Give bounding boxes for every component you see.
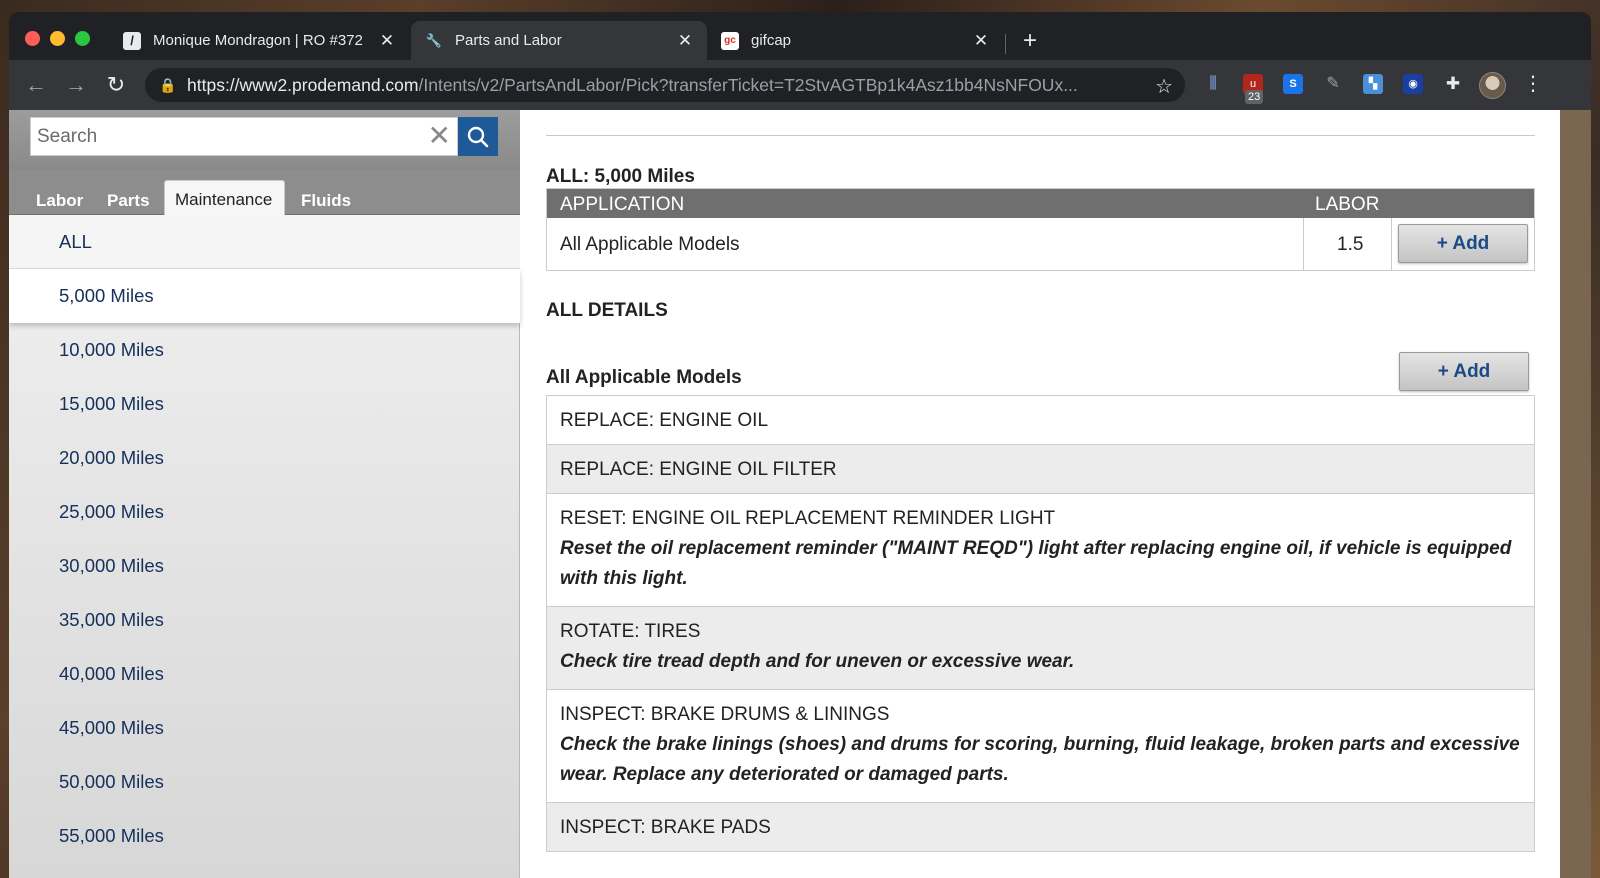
interval-item-15000[interactable]: 15,000 Miles [9,377,520,431]
bars-extension-icon[interactable]: ⫼ [1203,74,1223,94]
detail-item: REPLACE: ENGINE OIL [547,396,1534,445]
reload-button[interactable]: ↻ [103,72,129,98]
profile-avatar[interactable] [1479,72,1506,99]
maximize-window-button[interactable] [75,31,90,46]
address-bar[interactable]: 🔒 https://www2.prodemand.com /Intents/v2… [145,68,1185,102]
interval-item-20000[interactable]: 20,000 Miles [9,431,520,485]
wrench-icon: 🔧 [425,32,443,48]
feather-extension-icon[interactable]: ✎ [1323,74,1343,94]
bookmark-star-icon[interactable]: ☆ [1155,74,1173,99]
detail-operation: REPLACE: ENGINE OIL [560,410,769,431]
tab-maintenance[interactable]: Maintenance [164,180,285,215]
sidebar: ✕ Labor Parts Maintenance Fluids ALL 5,0… [9,110,520,878]
interval-item-25000[interactable]: 25,000 Miles [9,485,520,539]
close-window-button[interactable] [25,31,40,46]
url-path: /Intents/v2/PartsAndLabor/Pick?transferT… [418,74,1078,95]
tab-title: Parts and Labor [455,32,562,49]
lock-icon: 🔒 [159,76,177,93]
details-list: REPLACE: ENGINE OIL REPLACE: ENGINE OIL … [546,395,1535,852]
window-extension-icon[interactable]: ▚ [1363,74,1383,94]
tab-parts-and-labor[interactable]: 🔧 Parts and Labor ✕ [411,21,707,60]
tab-gifcap[interactable]: gc gifcap ✕ [707,21,1003,60]
web-page: ✕ Labor Parts Maintenance Fluids ALL 5,0… [9,110,1560,878]
interval-item-50000[interactable]: 50,000 Miles [9,755,520,809]
search-area: ✕ [9,110,520,170]
labor-table: APPLICATION LABOR All Applicable Models … [546,188,1535,271]
add-labor-button[interactable]: + Add [1398,224,1528,263]
extension-badge: 23 [1245,90,1264,104]
detail-operation: INSPECT: BRAKE DRUMS & LININGS [560,704,890,725]
interval-list: ALL 5,000 Miles 10,000 Miles 15,000 Mile… [9,215,520,863]
models-title: All Applicable Models [546,367,742,388]
detail-item: ROTATE: TIRES Check tire tread depth and… [547,607,1534,690]
application-cell: All Applicable Models [560,234,740,255]
tab-fluids[interactable]: Fluids [291,180,361,215]
add-models-button[interactable]: + Add [1399,352,1529,391]
new-tab-button[interactable]: + [1023,29,1037,53]
close-tab-icon[interactable]: ✕ [677,31,693,51]
tab-title: gifcap [751,32,792,49]
detail-item: RESET: ENGINE OIL REPLACEMENT REMINDER L… [547,494,1534,607]
menu-kebab-icon[interactable]: ⋮ [1523,72,1543,96]
detail-note: Check tire tread depth and for uneven or… [560,651,1075,672]
detail-item: INSPECT: BRAKE PADS [547,803,1534,852]
tab-strip: / Monique Mondragon | RO #372 ✕ 🔧 Parts … [9,12,1591,60]
search-input[interactable] [37,125,417,148]
clear-search-icon[interactable]: ✕ [428,122,451,150]
category-tabs: Labor Parts Maintenance Fluids [9,170,520,215]
interval-item-10000[interactable]: 10,000 Miles [9,323,520,377]
interval-item-30000[interactable]: 30,000 Miles [9,539,520,593]
detail-operation: REPLACE: ENGINE OIL FILTER [560,459,837,480]
interval-item-45000[interactable]: 45,000 Miles [9,701,520,755]
camera-extension-icon[interactable]: ◉ [1403,74,1423,94]
forward-button[interactable]: → [63,72,89,98]
search-box: ✕ [30,117,458,156]
wrench-logo-icon: / [123,31,141,50]
search-icon [467,126,489,147]
interval-item-all[interactable]: ALL [9,215,520,269]
tab-separator [1005,34,1006,54]
browser-toolbar: ← → ↻ 🔒 https://www2.prodemand.com /Inte… [9,60,1591,110]
tab-title: Monique Mondragon | RO #372 [153,32,363,49]
browser-window: / Monique Mondragon | RO #372 ✕ 🔧 Parts … [9,12,1591,878]
detail-note: Check the brake linings (shoes) and drum… [560,734,1520,785]
table-row: All Applicable Models 1.5 + Add [547,218,1534,270]
detail-operation: INSPECT: BRAKE PADS [560,817,771,838]
divider [546,135,1535,136]
main-content: ALL: 5,000 Miles APPLICATION LABOR All A… [546,110,1535,878]
desktop-edge [1560,110,1591,878]
minimize-window-button[interactable] [50,31,65,46]
url-host: https://www2.prodemand.com [187,74,419,95]
tab-parts[interactable]: Parts [97,180,160,215]
details-title: ALL DETAILS [546,300,668,321]
detail-note: Reset the oil replacement reminder ("MAI… [560,538,1512,589]
detail-item: INSPECT: BRAKE DRUMS & LININGS Check the… [547,690,1534,803]
search-button[interactable] [458,117,498,156]
back-button[interactable]: ← [23,72,49,98]
gifcap-icon: gc [721,31,739,50]
labor-cell: 1.5 [1337,234,1364,255]
interval-item-40000[interactable]: 40,000 Miles [9,647,520,701]
interval-item-35000[interactable]: 35,000 Miles [9,593,520,647]
close-tab-icon[interactable]: ✕ [973,31,989,51]
cell-divider [1391,218,1392,270]
s-extension-icon[interactable]: S [1283,74,1303,94]
cell-divider [1303,218,1304,270]
column-header-application: APPLICATION [560,194,685,215]
interval-item-55000[interactable]: 55,000 Miles [9,809,520,863]
close-tab-icon[interactable]: ✕ [379,31,395,51]
tab-labor[interactable]: Labor [26,180,93,215]
interval-item-5000[interactable]: 5,000 Miles [9,269,520,323]
section-title: ALL: 5,000 Miles [546,166,695,187]
tab-ro[interactable]: / Monique Mondragon | RO #372 ✕ [109,21,409,60]
column-header-labor: LABOR [1315,194,1380,215]
detail-operation: ROTATE: TIRES [560,621,701,642]
detail-operation: RESET: ENGINE OIL REPLACEMENT REMINDER L… [560,508,1056,529]
detail-item: REPLACE: ENGINE OIL FILTER [547,445,1534,494]
puzzle-extensions-icon[interactable]: ✚ [1443,74,1463,94]
table-header: APPLICATION LABOR [547,189,1534,218]
